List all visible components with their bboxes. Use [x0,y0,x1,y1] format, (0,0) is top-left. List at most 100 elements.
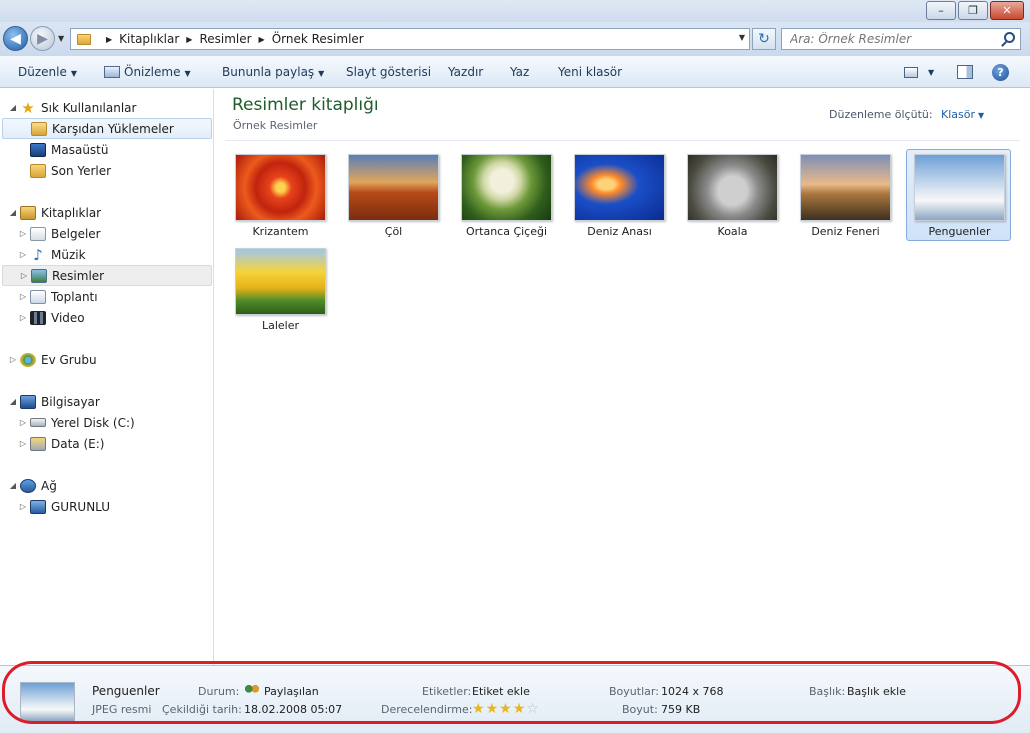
new-folder-button[interactable]: Yeni klasör [558,65,622,79]
size-label: Boyut: [622,703,658,716]
preview-button[interactable]: Önizleme ▼ [104,65,191,79]
chevron-right-icon[interactable]: ▶ [259,35,265,44]
address-dropdown[interactable]: ▼ [739,33,745,42]
thumbnail-image [914,154,1005,221]
share-button[interactable]: Bununla paylaş ▼ [222,65,324,79]
address-bar[interactable]: ▶ Kitaplıklar ▶ Resimler ▶ Örnek Resimle… [70,28,750,50]
close-button[interactable]: ✕ [990,1,1024,20]
back-button[interactable]: ◀ [3,26,28,51]
breadcrumb-sample-pictures[interactable]: Örnek Resimler [272,32,364,46]
star-icon[interactable]: ★ [499,701,513,717]
nav-computer[interactable]: ◢ Bilgisayar [8,391,100,412]
file-item[interactable]: Krizantem [227,149,332,241]
nav-documents[interactable]: ▷ Belgeler [18,223,101,244]
hard-drive-icon [30,418,46,427]
collapsed-arrow-icon[interactable]: ▷ [18,313,28,322]
breadcrumb-libraries[interactable]: Kitaplıklar [119,32,179,46]
organize-button[interactable]: Düzenle ▼ [18,65,77,79]
tags-value[interactable]: Etiket ekle [472,685,530,698]
star-empty-icon[interactable]: ☆ [526,701,540,717]
nav-recent-places[interactable]: Son Yerler [30,160,111,181]
nav-music[interactable]: ▷ ♪ Müzik [18,244,86,265]
search-box [781,28,1021,50]
nav-pictures[interactable]: ▷ Resimler [2,265,212,286]
nav-favorites[interactable]: ◢ ★ Sık Kullanılanlar [8,97,137,118]
collapsed-arrow-icon[interactable]: ▷ [8,355,18,364]
title-value[interactable]: Başlık ekle [847,685,906,698]
nav-desktop-label: Masaüstü [51,142,109,157]
file-item[interactable]: Ortanca Çiçeği [453,149,558,241]
arrange-by-dropdown[interactable]: Klasör ▼ [941,108,984,121]
search-icon[interactable] [1004,32,1015,43]
star-icon[interactable]: ★ [486,701,500,717]
nav-meeting[interactable]: ▷ Toplantı [18,286,98,307]
star-icon[interactable]: ★ [513,701,527,717]
nav-desktop[interactable]: Masaüstü [30,139,108,160]
file-item-selected[interactable]: Penguenler [906,149,1011,241]
expanded-arrow-icon[interactable]: ◢ [8,481,18,490]
nav-drive-e[interactable]: ▷ Data (E:) [18,433,104,454]
file-item[interactable]: Deniz Feneri [792,149,897,241]
collapsed-arrow-icon[interactable]: ▷ [18,439,28,448]
nav-network-pc-label: GURUNLU [51,499,111,514]
date-taken-value[interactable]: 18.02.2008 05:07 [244,703,342,716]
print-button[interactable]: Yazdır [448,65,483,79]
preview-pane-icon[interactable] [957,65,973,79]
expanded-arrow-icon[interactable]: ◢ [8,397,18,406]
rating-stars[interactable]: ★★★★☆ [472,701,540,717]
change-view-icon[interactable] [904,67,918,78]
forward-button[interactable]: ▶ [30,26,55,51]
nav-computer-label: Bilgisayar [41,394,100,409]
nav-drive-c[interactable]: ▷ Yerel Disk (C:) [18,412,135,433]
refresh-icon: ↻ [758,31,770,47]
pictures-icon [31,268,47,283]
file-item[interactable]: Koala [679,149,784,241]
downloads-folder-icon [31,121,47,136]
collapsed-arrow-icon[interactable]: ▷ [18,418,28,427]
help-button[interactable]: ? [992,64,1009,81]
search-input[interactable] [790,32,990,46]
collapsed-arrow-icon[interactable]: ▷ [18,502,28,511]
details-thumbnail [20,682,75,722]
chevron-right-icon[interactable]: ▶ [186,35,192,44]
meeting-icon [30,289,46,304]
file-name: Ortanca Çiçeği [465,225,548,238]
nav-libraries[interactable]: ◢ Kitaplıklar [8,202,101,223]
nav-homegroup[interactable]: ▷ Ev Grubu [8,349,97,370]
slideshow-button[interactable]: Slayt gösterisi [346,65,431,79]
documents-icon [30,226,46,241]
file-item[interactable]: Çöl [340,149,445,241]
recent-pages-dropdown[interactable]: ▼ [58,34,64,43]
view-options-dropdown[interactable]: ▼ [928,68,934,77]
minimize-button[interactable]: – [926,1,956,20]
star-icon: ★ [21,98,35,117]
collapsed-arrow-icon[interactable]: ▷ [19,271,29,280]
library-icon [20,205,36,220]
folder-icon [77,33,91,45]
nav-network[interactable]: ◢ Ağ [8,475,57,496]
chevron-right-icon[interactable]: ▶ [106,35,112,44]
data-drive-icon [30,436,46,451]
maximize-button[interactable]: ❐ [958,1,988,20]
collapsed-arrow-icon[interactable]: ▷ [18,229,28,238]
file-item[interactable]: Deniz Anası [566,149,671,241]
nav-video[interactable]: ▷ Video [18,307,85,328]
arrange-by-label: Düzenleme ölçütü: [829,108,933,121]
thumbnail-image [235,248,326,315]
collapsed-arrow-icon[interactable]: ▷ [18,292,28,301]
details-file-type: JPEG resmi [92,703,152,716]
breadcrumb-pictures[interactable]: Resimler [199,32,251,46]
burn-button[interactable]: Yaz [510,65,529,79]
refresh-button[interactable]: ↻ [752,28,776,50]
navigation-pane: ◢ ★ Sık Kullanılanlar Karşıdan Yüklemeler … [0,89,214,665]
nav-network-pc[interactable]: ▷ GURUNLU [18,496,110,517]
library-subtitle: Örnek Resimler [233,119,318,132]
arrow-right-icon: ▶ [37,30,48,47]
collapsed-arrow-icon[interactable]: ▷ [18,250,28,259]
expanded-arrow-icon[interactable]: ◢ [8,208,18,217]
expanded-arrow-icon[interactable]: ◢ [8,103,18,112]
file-item[interactable]: Laleler [227,243,332,335]
nav-downloads[interactable]: Karşıdan Yüklemeler [2,118,212,139]
nav-video-label: Video [51,310,85,325]
star-icon[interactable]: ★ [472,701,486,717]
